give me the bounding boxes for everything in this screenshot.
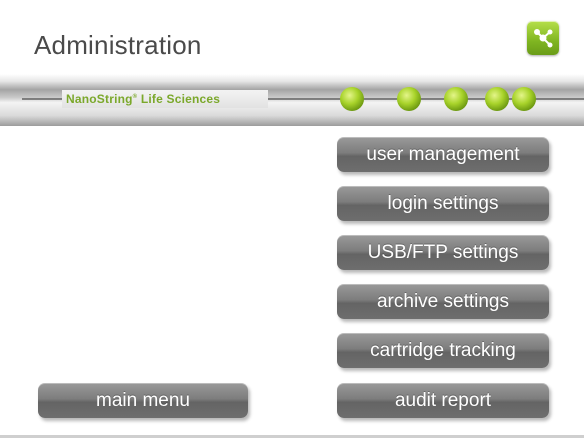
main-menu-button[interactable]: main menu (38, 383, 248, 418)
brand-banner: NanoString® Life Sciences (0, 74, 584, 126)
network-app-icon[interactable] (527, 21, 559, 55)
page-title: Administration (34, 30, 202, 60)
audit-report-button[interactable]: audit report (337, 383, 549, 418)
indicator-dot (512, 87, 536, 111)
network-icon (534, 29, 553, 48)
indicator-dot (444, 87, 468, 111)
indicator-dot (397, 87, 421, 111)
indicator-dot (485, 87, 509, 111)
user-management-button[interactable]: user management (337, 137, 549, 172)
usb-ftp-settings-button[interactable]: USB/FTP settings (337, 235, 549, 270)
archive-settings-button[interactable]: archive settings (337, 284, 549, 319)
indicator-dot (340, 87, 364, 111)
cartridge-tracking-button[interactable]: cartridge tracking (337, 333, 549, 368)
login-settings-button[interactable]: login settings (337, 186, 549, 221)
brand-label: NanoString® Life Sciences (66, 92, 221, 106)
